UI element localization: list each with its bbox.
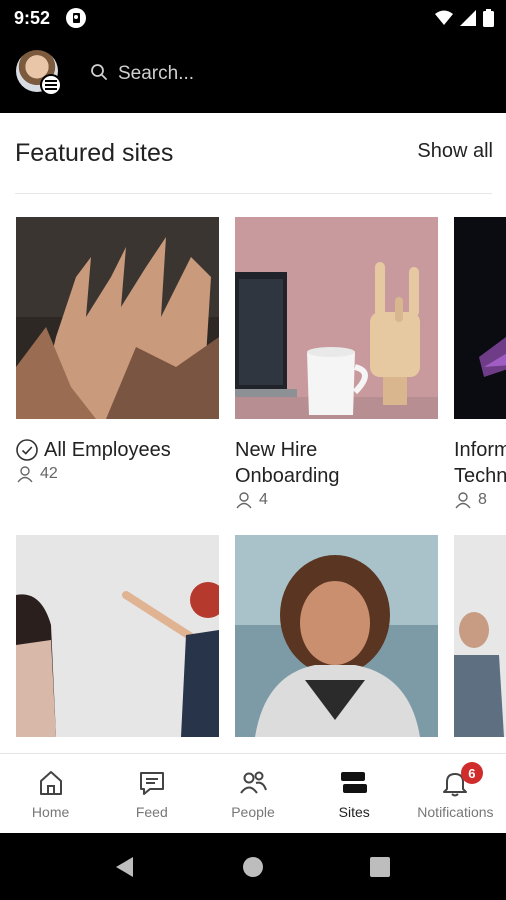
nav-people-label: People [231, 804, 275, 820]
sites-icon [341, 772, 368, 793]
nav-notifications[interactable]: 6 Notifications [405, 754, 506, 833]
home-icon [39, 771, 62, 795]
notification-app-icon [66, 8, 86, 28]
nav-sites[interactable]: Sites [304, 754, 405, 833]
home-button-icon[interactable] [242, 856, 264, 878]
member-icon [236, 492, 252, 509]
search-input[interactable]: Search... [118, 63, 194, 85]
system-nav-bar [0, 833, 506, 900]
featured-sites-section: Featured sites Show all All Employees 42 [0, 113, 506, 753]
member-icon [17, 466, 33, 483]
divider [15, 193, 492, 194]
nav-home[interactable]: Home [0, 754, 101, 833]
show-all-link[interactable]: Show all [417, 140, 493, 163]
search-icon[interactable] [90, 63, 108, 81]
site-card[interactable] [16, 535, 219, 737]
site-thumbnail[interactable] [16, 217, 219, 419]
people-icon [240, 771, 267, 794]
site-thumbnail[interactable] [454, 535, 506, 737]
signal-icon [460, 10, 476, 26]
status-time: 9:52 [14, 8, 51, 28]
status-bar: 9:52 [0, 0, 506, 36]
site-thumbnail[interactable] [454, 217, 506, 419]
member-count: 8 [478, 491, 487, 508]
site-title-line1: New Hire [235, 439, 318, 461]
wifi-icon [435, 10, 453, 25]
nav-sites-label: Sites [338, 804, 370, 820]
site-thumbnail[interactable] [16, 535, 219, 737]
member-count: 4 [259, 491, 268, 508]
status-icons [435, 9, 494, 27]
battery-icon [483, 9, 494, 27]
section-title: Featured sites [15, 139, 174, 167]
nav-people[interactable]: People [202, 754, 303, 833]
site-title-line1: Inform [454, 439, 506, 461]
site-thumbnail[interactable] [235, 535, 438, 737]
site-title-line2: Onboarding [235, 465, 340, 487]
member-icon [455, 492, 471, 509]
site-title: All Employees [44, 439, 171, 461]
menu-icon[interactable] [40, 74, 62, 96]
site-card[interactable] [454, 535, 506, 737]
feed-icon [139, 772, 164, 795]
site-thumbnail[interactable] [235, 217, 438, 419]
site-title-line2: Techn [454, 465, 506, 487]
bottom-nav: Home Feed People Sites 6 Notifications [0, 753, 506, 833]
app-header: Search... [0, 36, 506, 113]
recents-icon[interactable] [370, 857, 390, 877]
site-card-information-technology[interactable]: Inform Techn 8 [454, 217, 506, 509]
avatar[interactable] [16, 50, 62, 96]
notification-badge: 6 [460, 762, 483, 784]
nav-home-label: Home [31, 804, 70, 820]
following-check-icon [16, 439, 38, 461]
nav-feed[interactable]: Feed [101, 754, 202, 833]
nav-notifications-label: Notifications [417, 804, 494, 820]
back-icon[interactable] [113, 855, 137, 879]
member-count: 42 [40, 465, 58, 482]
nav-feed-label: Feed [135, 804, 168, 820]
site-card-new-hire-onboarding[interactable]: New Hire Onboarding 4 [235, 217, 438, 509]
site-card[interactable] [235, 535, 438, 737]
site-card-all-employees[interactable]: All Employees 42 [16, 217, 219, 483]
